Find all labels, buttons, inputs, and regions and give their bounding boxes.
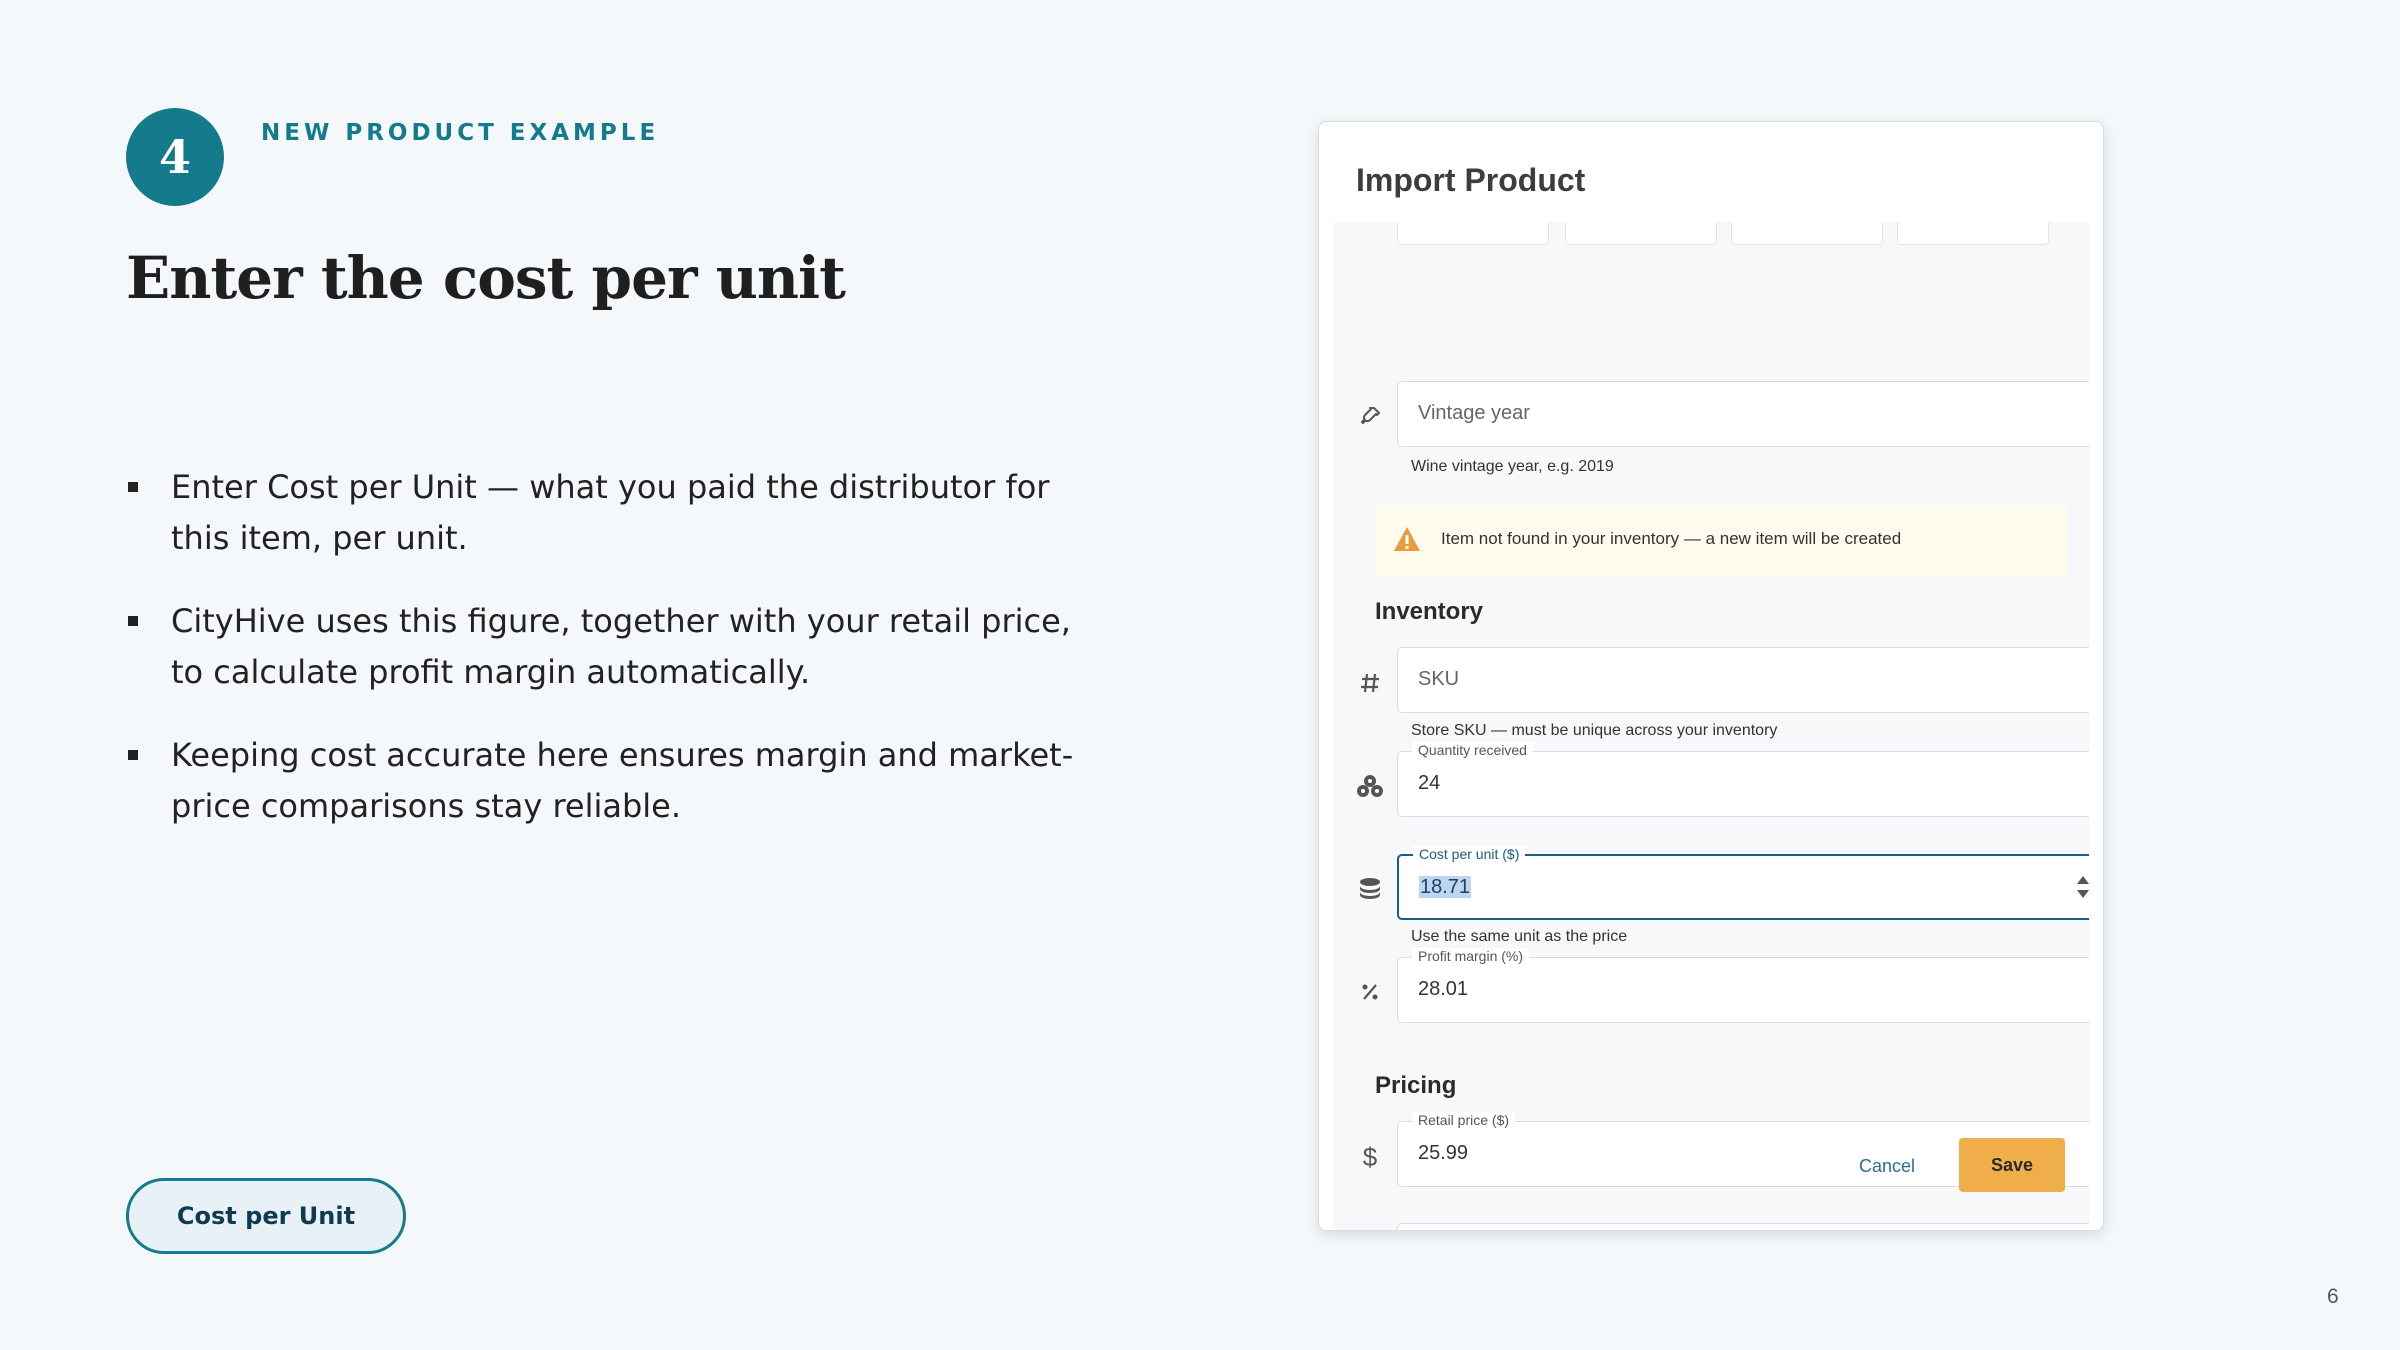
new-item-notice: Item not found in your inventory — a new… <box>1375 502 2067 578</box>
sku-input[interactable]: SKU <box>1397 647 2089 713</box>
notice-text: Item not found in your inventory — a new… <box>1441 529 1902 548</box>
eyebrow-label: NEW PRODUCT EXAMPLE <box>261 120 660 146</box>
step-number-badge: 4 <box>126 108 224 206</box>
bullet-list: Enter Cost per Unit — what you paid the … <box>126 462 1106 864</box>
scrolled-field-edges <box>1333 222 2089 245</box>
vintage-year-helper: Wine vintage year, e.g. 2019 <box>1411 458 1614 475</box>
bullet-item: CityHive uses this figure, together with… <box>126 596 1106 698</box>
bullet-marker <box>128 616 138 626</box>
next-field-partial[interactable] <box>1397 1223 2089 1230</box>
spinner-down-icon[interactable] <box>2077 890 2089 898</box>
dialog-title: Import Product <box>1356 162 1586 198</box>
bullet-marker <box>128 482 138 492</box>
cost-per-unit-label: Cost per unit ($) <box>1413 846 1526 862</box>
slide-title: Enter the cost per unit <box>126 244 846 312</box>
bullet-text: CityHive uses this figure, together with… <box>171 602 1071 691</box>
callout-pill: Cost per Unit <box>126 1178 406 1254</box>
import-product-dialog: Import Product Vintage year Wine vintage… <box>1318 121 2104 1231</box>
inventory-heading: Inventory <box>1375 598 1484 625</box>
quantity-received-label: Quantity received <box>1412 742 1533 758</box>
bullet-item: Keeping cost accurate here ensures margi… <box>126 730 1106 832</box>
cost-per-unit-helper: Use the same unit as the price <box>1411 928 1628 945</box>
warning-icon <box>1394 527 1420 551</box>
retail-price-label: Retail price ($) <box>1412 1112 1516 1128</box>
profit-margin-input[interactable]: Profit margin (%) 28.01 <box>1397 948 2089 1023</box>
profit-margin-label: Profit margin (%) <box>1412 948 1530 964</box>
boxes-icon <box>1355 771 1385 801</box>
profit-margin-value: 28.01 <box>1418 978 1469 1000</box>
cost-per-unit-input[interactable]: Cost per unit ($) 18.71 <box>1397 846 2089 920</box>
quantity-received-value: 24 <box>1418 772 1441 794</box>
vintage-year-placeholder: Vintage year <box>1418 402 1530 424</box>
save-button[interactable]: Save <box>1959 1138 2065 1192</box>
cancel-button[interactable]: Cancel <box>1851 1148 1923 1185</box>
sku-placeholder: SKU <box>1418 668 1460 690</box>
coins-icon <box>1355 874 1385 904</box>
quantity-received-input[interactable]: Quantity received 24 <box>1397 742 2089 817</box>
cost-per-unit-value-wrap: 18.71 <box>1419 876 1472 899</box>
spinner-up-icon[interactable] <box>2077 876 2089 884</box>
cost-per-unit-value: 18.71 <box>1419 876 1472 898</box>
wine-bottle-icon <box>1355 402 1385 432</box>
sku-helper: Store SKU — must be unique across your i… <box>1411 722 1778 739</box>
bullet-marker <box>128 750 138 760</box>
bullet-text: Enter Cost per Unit — what you paid the … <box>171 468 1050 557</box>
retail-price-value: 25.99 <box>1418 1142 1469 1164</box>
dollar-icon: $ <box>1362 1141 1378 1172</box>
percent-icon <box>1355 977 1385 1007</box>
hash-icon <box>1355 668 1385 698</box>
bullet-text: Keeping cost accurate here ensures margi… <box>171 736 1074 825</box>
step-number: 4 <box>158 130 191 184</box>
page-number: 6 <box>2327 1285 2339 1308</box>
bullet-item: Enter Cost per Unit — what you paid the … <box>126 462 1106 564</box>
dialog-scroll-body[interactable]: Vintage year Wine vintage year, e.g. 201… <box>1333 222 2089 1230</box>
number-spinner[interactable] <box>2077 874 2089 904</box>
pricing-heading: Pricing <box>1375 1072 1457 1099</box>
vintage-year-input[interactable]: Vintage year <box>1397 381 2089 447</box>
